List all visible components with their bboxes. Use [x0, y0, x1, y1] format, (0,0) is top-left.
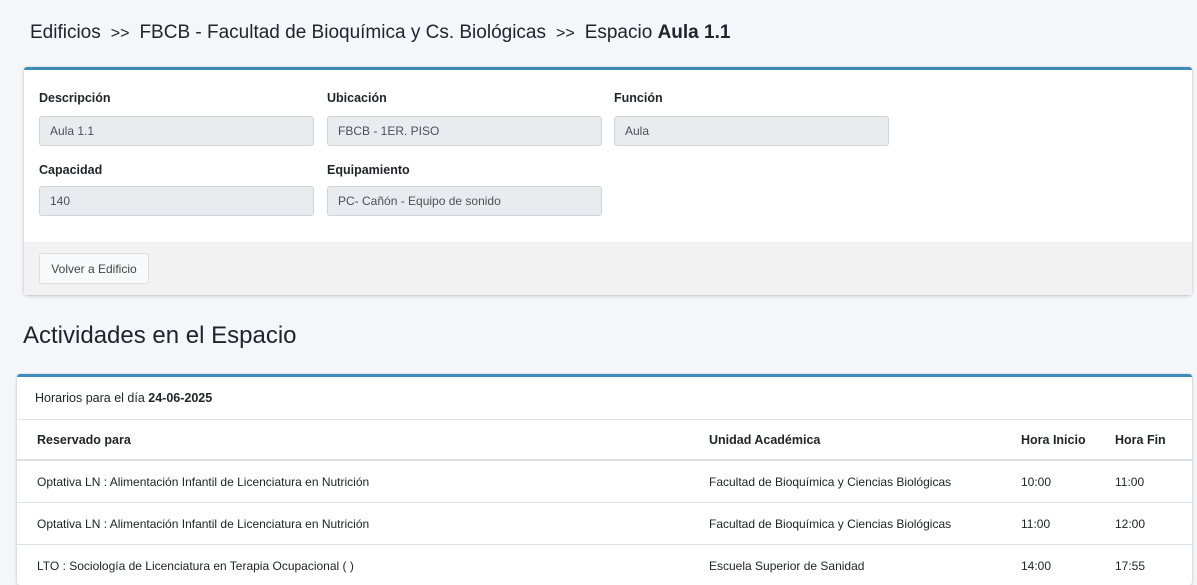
descripcion-label: Descripción	[39, 91, 111, 105]
table-row: Optativa LN : Alimentación Infantil de L…	[17, 460, 1192, 503]
cell-hora-inicio: 11:00	[1021, 502, 1115, 545]
cell-reservado: LTO : Sociología de Licenciatura en Tera…	[17, 544, 709, 585]
column-header-hora-fin: Hora Fin	[1115, 420, 1192, 461]
column-header-unidad: Unidad Académica	[709, 420, 1021, 461]
funcion-field[interactable]: Aula	[614, 116, 889, 146]
breadcrumb-espacio-prefix: Espacio	[584, 22, 653, 43]
breadcrumb-edificios-link[interactable]: Edificios	[30, 22, 101, 43]
table-row: Optativa LN : Alimentación Infantil de L…	[17, 502, 1192, 545]
schedule-date-prefix: Horarios para el día	[35, 391, 145, 405]
breadcrumb-espacio-name: Aula 1.1	[657, 22, 731, 43]
breadcrumb-edificio-link[interactable]: FBCB - Facultad de Bioquímica y Cs. Biol…	[139, 22, 546, 43]
capacidad-field[interactable]: 140	[39, 186, 314, 216]
cell-unidad: Escuela Superior de Sanidad	[709, 544, 1021, 585]
cell-reservado: Optativa LN : Alimentación Infantil de L…	[17, 460, 709, 503]
cell-hora-inicio: 14:00	[1021, 544, 1115, 585]
descripcion-field[interactable]: Aula 1.1	[39, 116, 314, 146]
cell-hora-inicio: 10:00	[1021, 460, 1115, 503]
ubicacion-field[interactable]: FBCB - 1ER. PISO	[327, 116, 602, 146]
space-details-card: Descripción Aula 1.1 Ubicación FBCB - 1E…	[24, 67, 1192, 295]
schedule-header: Horarios para el día 24-06-2025	[17, 377, 1192, 420]
schedule-date: 24-06-2025	[148, 391, 213, 405]
equipamiento-label: Equipamiento	[327, 163, 410, 177]
cell-unidad: Facultad de Bioquímica y Ciencias Biológ…	[709, 460, 1021, 503]
activities-card: Horarios para el día 24-06-2025 Reservad…	[17, 374, 1192, 585]
cell-hora-fin: 11:00	[1115, 460, 1192, 503]
column-header-hora-inicio: Hora Inicio	[1021, 420, 1115, 461]
cell-unidad: Facultad de Bioquímica y Ciencias Biológ…	[709, 502, 1021, 545]
volver-a-edificio-button[interactable]: Volver a Edificio	[39, 253, 149, 284]
section-title: Actividades en el Espacio	[23, 322, 297, 349]
card-footer: Volver a Edificio	[24, 242, 1192, 295]
cell-hora-fin: 12:00	[1115, 502, 1192, 545]
cell-hora-fin: 17:55	[1115, 544, 1192, 585]
column-header-reservado: Reservado para	[17, 420, 709, 461]
funcion-label: Función	[614, 91, 663, 105]
breadcrumb: Edificios >> FBCB - Facultad de Bioquímica…	[30, 22, 730, 44]
schedule-table: Reservado para Unidad Académica Hora Ini…	[17, 420, 1192, 585]
table-row: LTO : Sociología de Licenciatura en Tera…	[17, 544, 1192, 585]
cell-reservado: Optativa LN : Alimentación Infantil de L…	[17, 502, 709, 545]
capacidad-label: Capacidad	[39, 163, 103, 177]
equipamiento-field[interactable]: PC- Cañón - Equipo de sonido	[327, 186, 602, 216]
breadcrumb-separator: >>	[110, 25, 130, 42]
ubicacion-label: Ubicación	[327, 91, 387, 105]
table-header-row: Reservado para Unidad Académica Hora Ini…	[17, 420, 1192, 461]
breadcrumb-separator: >>	[556, 25, 575, 42]
